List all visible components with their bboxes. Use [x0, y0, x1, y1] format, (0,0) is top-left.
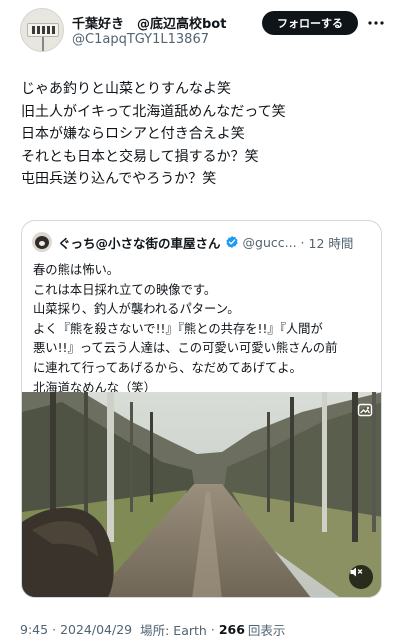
quoted-author-avatar[interactable] — [32, 232, 52, 252]
tweet-line: 屯田兵送り込んでやろうか？笑 — [21, 171, 217, 187]
quoted-line: 春の熊は怖い。 — [33, 263, 120, 277]
follow-button[interactable]: フォローする — [262, 11, 358, 35]
tweet-text: じゃあ釣りと山菜とりすんなよ笑 旧土人がイキって北海道舐めんなだって笑 日本が嫌… — [21, 78, 381, 191]
quoted-line: これは本日採れ立ての映像です。 — [33, 282, 217, 297]
more-dots-icon[interactable] — [366, 13, 386, 33]
avatar-sign-pole — [42, 37, 44, 51]
verified-badge-icon — [225, 235, 238, 249]
quoted-tweet-time[interactable]: 12 時間 — [309, 233, 354, 252]
author-handle[interactable]: @C1apqTGY1L13867 — [72, 32, 209, 47]
mute-icon[interactable] — [349, 565, 373, 589]
quoted-time-separator: · — [300, 234, 305, 250]
alt-badge-icon[interactable] — [357, 402, 373, 418]
quoted-line: に連れて行ってあげるから、なだめてあげてよ。 — [33, 360, 302, 375]
quoted-tweet-text: 春の熊は怖い。 これは本日採れ立ての映像です。 山菜採り、釣人が襲われるパターン… — [33, 261, 375, 398]
author-avatar[interactable] — [20, 8, 64, 52]
author-name-line[interactable]: 千葉好き @底辺高校bot — [72, 13, 226, 32]
tweet-line: じゃあ釣りと山菜とりすんなよ笑 — [21, 81, 231, 97]
tweet-line: それとも日本と交易して損するか？笑 — [21, 148, 259, 165]
quoted-line: 悪い!!』って云う人達は、この可愛い可愛い熊さんの前 — [33, 341, 338, 356]
tweet-meta: 9:45 · 2024/04/29 場所: Earth · 266 回表示 — [20, 620, 285, 636]
avatar-sign-graphic — [27, 23, 59, 37]
views-label: 回表示 — [247, 623, 286, 636]
meta-separator: · — [210, 622, 215, 636]
meta-separator: · — [52, 622, 57, 636]
author-display-name[interactable]: 千葉好き @底辺高校bot — [72, 13, 226, 32]
quoted-author-name[interactable]: ぐっち@小さな街の車屋さん — [58, 233, 221, 252]
quoted-line: 山菜採り、釣人が襲われるパターン。 — [33, 302, 240, 317]
tweet-line: 旧土人がイキって北海道舐めんなだって笑 — [21, 103, 286, 120]
quoted-line: よく『熊を殺さないで!!』『熊との共存を!!』『人間が — [33, 321, 323, 336]
tweet-date[interactable]: 2024/04/29 — [60, 622, 132, 636]
quoted-tweet-header: ぐっち@小さな街の車屋さん @gucc... · 12 時間 — [32, 232, 353, 252]
video-player[interactable] — [22, 392, 381, 597]
quoted-author-handle[interactable]: @gucc... — [243, 235, 297, 250]
views-count: 266 — [218, 622, 245, 636]
quoted-tweet-card[interactable]: ぐっち@小さな街の車屋さん @gucc... · 12 時間 春の熊は怖い。 こ… — [21, 220, 382, 598]
tweet-line: 日本が嫌ならロシアと付き合えよ笑 — [21, 126, 245, 142]
forest-road-video-frame — [22, 392, 381, 597]
tweet-location: 場所: Earth — [140, 623, 207, 636]
tweet-time[interactable]: 9:45 — [20, 622, 48, 636]
